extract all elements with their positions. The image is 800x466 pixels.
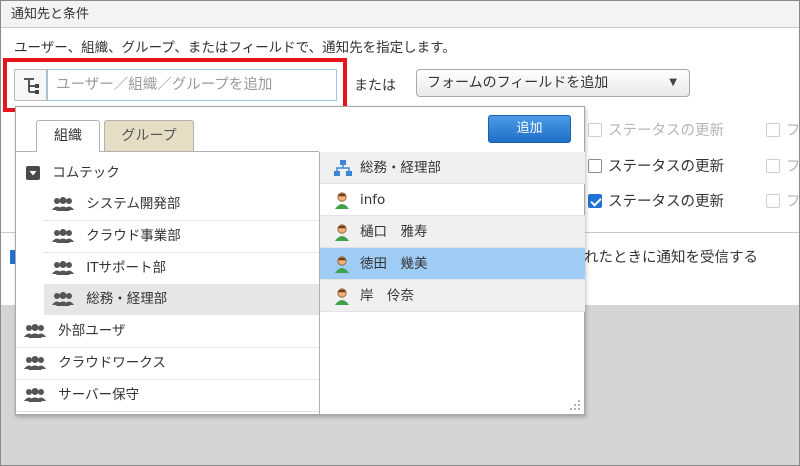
status-update-row-1[interactable]: ステータスの更新 — [588, 119, 724, 140]
member-label: 総務・経理部 — [360, 160, 441, 176]
member-label: 樋口 雅寿 — [360, 224, 428, 240]
user-icon — [335, 256, 349, 273]
org-hierarchy-icon — [334, 160, 352, 176]
org-item-label: クラウド事業部 — [86, 228, 181, 244]
org-item-system-dev[interactable]: システム開発部 — [44, 189, 319, 220]
member-label: 徳田 幾美 — [360, 256, 428, 272]
user-icon — [335, 192, 349, 209]
member-item-info[interactable]: info — [320, 184, 585, 216]
org-item-label: ITサポート部 — [86, 260, 167, 276]
status-update-label-3: ステータスの更新 — [608, 194, 724, 210]
receive-notification-note: れたときに通知を受信する — [584, 250, 758, 266]
org-item-label: サーバー保守 — [58, 387, 140, 403]
next-column-checkbox-3[interactable]: フ — [766, 190, 800, 211]
member-item-kishi[interactable]: 岸 伶奈 — [320, 280, 585, 312]
status-update-checkbox-1[interactable] — [588, 123, 602, 137]
organization-icon — [24, 388, 46, 402]
org-item-it-support[interactable]: ITサポート部 — [44, 253, 319, 284]
next-column-checkbox-1[interactable]: フ — [766, 119, 800, 140]
org-tree-icon — [24, 78, 39, 94]
add-field-dropdown-label: フォームのフィールドを追加 — [427, 75, 609, 91]
member-label: info — [360, 192, 386, 208]
entity-search-input[interactable] — [47, 69, 337, 101]
organization-icon — [52, 229, 74, 243]
or-label: または — [354, 78, 396, 94]
org-item-label: システム開発部 — [86, 196, 181, 212]
org-item-label: 外部ユーザ — [58, 323, 126, 339]
organization-tree: コムテック システム開発部 クラウド事業部 ITサポート部 総務・経理部 外部ユ… — [16, 152, 319, 415]
member-item-tokuda[interactable]: 徳田 幾美 — [320, 248, 585, 280]
tab-group[interactable]: グループ — [104, 120, 194, 151]
org-item-comtec[interactable]: コムテック — [16, 158, 319, 189]
user-icon — [335, 224, 349, 241]
resize-grip-icon[interactable] — [569, 399, 581, 411]
organization-icon — [52, 292, 74, 306]
member-label: 岸 伶奈 — [360, 288, 414, 304]
dropdown-caret-icon: ▼ — [669, 77, 677, 88]
panel-title: 通知先と条件 — [1, 1, 799, 28]
status-update-label-2: ステータスの更新 — [608, 159, 724, 175]
org-separator — [16, 411, 319, 412]
status-update-label-1: ステータスの更新 — [608, 123, 724, 139]
organization-icon — [52, 261, 74, 275]
member-item-higuchi[interactable]: 樋口 雅寿 — [320, 216, 585, 248]
org-item-label: 総務・経理部 — [86, 291, 168, 307]
add-field-dropdown[interactable]: フォームのフィールドを追加 ▼ — [416, 69, 690, 97]
status-update-row-2[interactable]: ステータスの更新 — [588, 155, 724, 176]
organization-icon — [52, 197, 74, 211]
org-picker-button[interactable] — [14, 69, 47, 101]
org-item-external-users[interactable]: 外部ユーザ — [16, 316, 319, 347]
member-list: 総務・経理部 info 樋口 雅寿 徳田 幾美 岸 伶奈 — [320, 152, 585, 415]
org-item-server-maintenance[interactable]: サーバー保守 — [16, 380, 319, 411]
add-button[interactable]: 追加 — [488, 115, 571, 143]
organization-icon — [24, 324, 46, 338]
status-update-checkbox-3[interactable] — [588, 194, 602, 208]
org-item-cloud-business[interactable]: クラウド事業部 — [44, 221, 319, 252]
next-column-checkbox-2[interactable]: フ — [766, 155, 800, 176]
instruction-text: ユーザー、組織、グループ、またはフィールドで、通知先を指定します。 — [14, 40, 456, 56]
org-item-label: コムテック — [52, 165, 120, 181]
organization-icon — [24, 356, 46, 370]
collapse-toggle-icon[interactable] — [26, 166, 40, 180]
status-update-row-3[interactable]: ステータスの更新 — [588, 190, 724, 211]
user-icon — [335, 288, 349, 305]
org-item-general-affairs[interactable]: 総務・経理部 — [44, 284, 319, 315]
status-update-checkbox-2[interactable] — [588, 159, 602, 173]
org-item-label: クラウドワークス — [58, 355, 166, 371]
tab-organization[interactable]: 組織 — [36, 120, 100, 152]
member-item-general-affairs[interactable]: 総務・経理部 — [320, 152, 585, 184]
entity-picker-popup: 組織 グループ 追加 コムテック システム開発部 クラウド事業部 ITサポート部… — [15, 106, 585, 415]
org-item-crowdworks[interactable]: クラウドワークス — [16, 348, 319, 379]
